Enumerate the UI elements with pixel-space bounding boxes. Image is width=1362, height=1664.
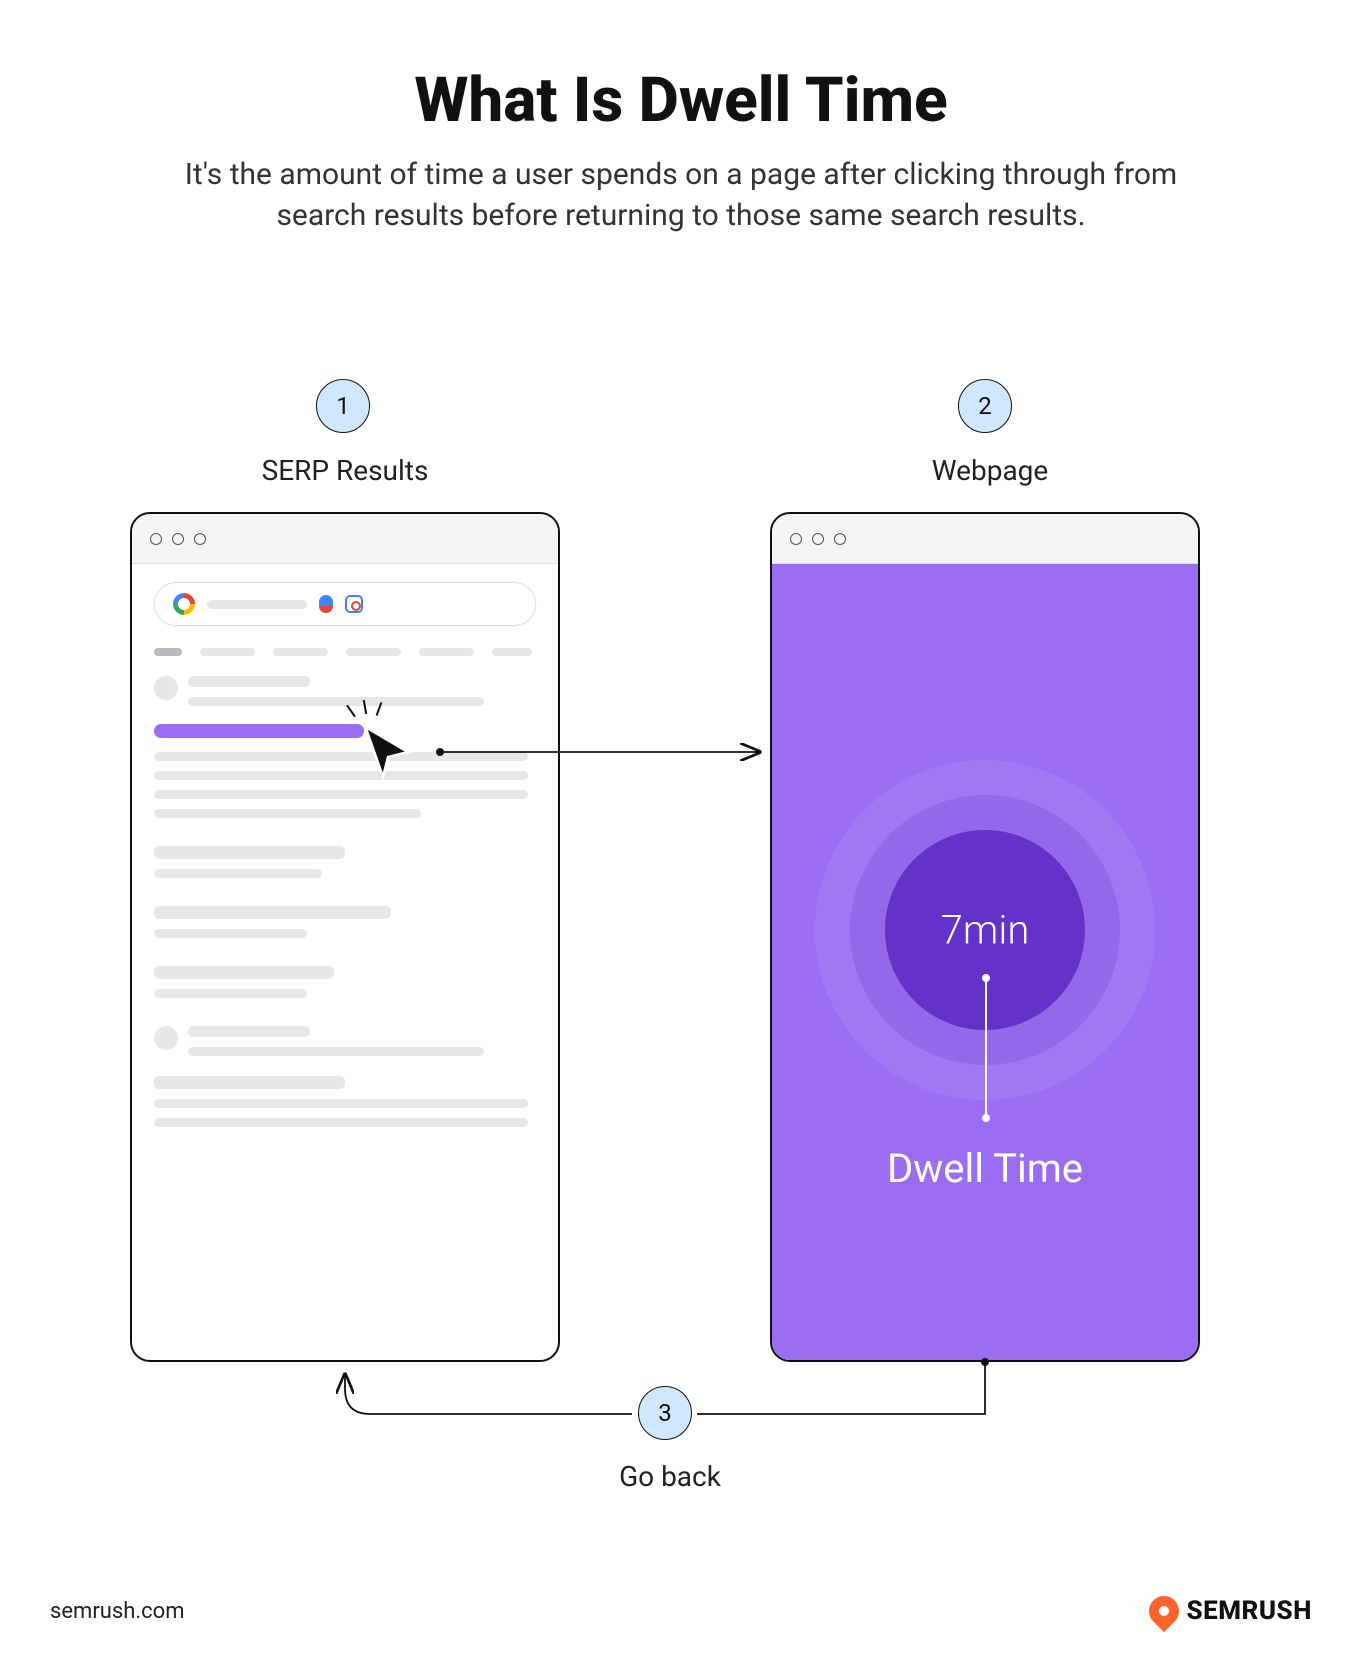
placeholder-line — [154, 1099, 528, 1108]
serp-tab — [346, 648, 401, 656]
placeholder-line — [154, 869, 322, 878]
serp-tabs — [154, 648, 536, 656]
placeholder-line — [154, 752, 528, 761]
page-title: What Is Dwell Time — [0, 64, 1362, 137]
window-chrome — [132, 514, 558, 564]
serp-result — [154, 846, 536, 878]
placeholder-line — [154, 1118, 528, 1127]
serp-tab — [200, 648, 255, 656]
placeholder-line — [154, 771, 528, 780]
placeholder-line — [154, 809, 421, 818]
placeholder-line — [188, 697, 484, 706]
footer-url: semrush.com — [50, 1599, 185, 1624]
serp-tab — [492, 648, 532, 656]
dwell-time-value: 7min — [941, 907, 1030, 954]
step-1-badge: 1 — [316, 379, 370, 433]
clicked-result-link[interactable] — [154, 724, 364, 738]
window-dot-icon — [194, 533, 206, 545]
step-1-number: 1 — [336, 392, 350, 420]
serp-body — [132, 564, 558, 1173]
step-2-label: Webpage — [910, 454, 1070, 487]
dwell-time-metric-label: Dwell Time — [887, 1145, 1083, 1192]
search-query-placeholder — [207, 600, 307, 609]
window-dot-icon — [790, 533, 802, 545]
serp-tab-active — [154, 648, 182, 656]
window-dot-icon — [150, 533, 162, 545]
semrush-brand: SEMRUSH — [1149, 1596, 1312, 1626]
serp-result-clicked — [154, 676, 536, 818]
webpage-browser-window: 7min Dwell Time — [770, 512, 1200, 1362]
google-search-bar — [154, 582, 536, 626]
mic-icon — [319, 595, 333, 613]
page-subtitle: It's the amount of time a user spends on… — [151, 155, 1211, 236]
window-dot-icon — [172, 533, 184, 545]
placeholder-line — [154, 1076, 345, 1089]
step-2-number: 2 — [978, 392, 992, 420]
semrush-brand-text: SEMRUSH — [1187, 1596, 1312, 1626]
placeholder-line — [154, 790, 528, 799]
semrush-flame-icon — [1142, 1590, 1184, 1632]
serp-browser-window — [130, 512, 560, 1362]
dwell-time-diagram: 1 SERP Results 2 Webpage — [0, 364, 1362, 1564]
google-lens-icon — [345, 595, 363, 613]
step-3-number: 3 — [658, 1399, 672, 1427]
connector-line-icon — [985, 978, 987, 1118]
serp-tab — [273, 648, 328, 656]
result-favicon-icon — [154, 676, 178, 700]
window-dot-icon — [812, 533, 824, 545]
placeholder-line — [154, 906, 391, 919]
step-3-badge: 3 — [638, 1386, 692, 1440]
google-logo-icon — [173, 593, 195, 615]
placeholder-line — [154, 929, 307, 938]
placeholder-line — [188, 1047, 484, 1056]
window-chrome — [772, 514, 1198, 564]
step-1-label: SERP Results — [255, 454, 435, 487]
cursor-pointer-icon — [358, 722, 418, 782]
webpage-body: 7min Dwell Time — [772, 564, 1198, 1360]
placeholder-line — [154, 989, 307, 998]
step-2-badge: 2 — [958, 379, 1012, 433]
serp-result — [154, 906, 536, 938]
serp-tab — [419, 648, 474, 656]
serp-result — [154, 966, 536, 998]
placeholder-line — [154, 966, 334, 979]
serp-result — [154, 1026, 536, 1127]
window-dot-icon — [834, 533, 846, 545]
placeholder-line — [188, 676, 310, 687]
result-favicon-icon — [154, 1026, 178, 1050]
step-3-label: Go back — [610, 1460, 730, 1493]
placeholder-line — [188, 1026, 310, 1037]
placeholder-line — [154, 846, 345, 859]
footer: semrush.com SEMRUSH — [50, 1596, 1312, 1626]
